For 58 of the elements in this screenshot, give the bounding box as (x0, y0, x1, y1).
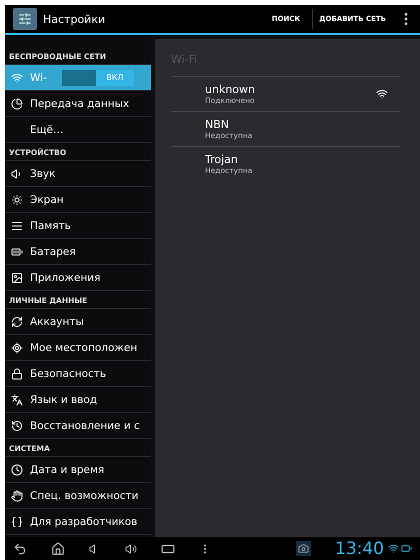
history-icon (11, 420, 23, 432)
network-name: unknown (205, 83, 256, 96)
clock-icon (11, 464, 23, 476)
hand-icon (11, 490, 23, 502)
item-label: Приложения (30, 272, 100, 284)
item-label: Мое местоположен (30, 342, 138, 354)
back-icon[interactable] (13, 542, 27, 556)
home-icon[interactable] (51, 542, 65, 556)
settings-item[interactable]: Аккаунты (5, 309, 151, 335)
location-icon (11, 342, 23, 354)
item-label: Wi- (30, 72, 47, 84)
item-label: Ещё… (30, 124, 64, 136)
item-label: Звук (30, 168, 56, 180)
picture-icon (11, 272, 23, 284)
item-label: Безопасность (30, 368, 106, 380)
item-label: Батарея (30, 246, 76, 258)
settings-item[interactable]: Язык и ввод (5, 387, 151, 413)
wifi-icon (388, 543, 399, 554)
item-label: Язык и ввод (30, 394, 98, 406)
braces-icon (11, 516, 23, 528)
settings-item[interactable]: Звук (5, 161, 151, 187)
settings-item[interactable]: Память (5, 213, 151, 239)
settings-item[interactable]: Спец. возможности (5, 483, 151, 509)
settings-item[interactable]: Ещё… (5, 117, 151, 143)
lock-icon (11, 368, 23, 380)
volume-up-icon[interactable] (125, 542, 137, 554)
settings-item[interactable]: Безопасность (5, 361, 151, 387)
item-label: Спец. возможности (30, 490, 138, 502)
sync-icon (11, 316, 23, 328)
clock-time: 13:40 (335, 538, 384, 558)
item-label: Аккаунты (30, 316, 84, 328)
item-label: Экран (30, 194, 64, 206)
battery-icon (11, 246, 23, 258)
network-name: Trojan (205, 153, 239, 166)
app-title: Настройки (43, 12, 106, 26)
item-label: Дата и время (30, 464, 104, 476)
settings-app-icon[interactable] (13, 8, 37, 30)
sun-icon (11, 194, 23, 206)
settings-item[interactable]: Батарея (5, 239, 151, 265)
settings-item[interactable]: Приложения (5, 265, 151, 291)
camera-icon[interactable] (296, 541, 311, 556)
network-name: NBN (205, 118, 230, 131)
speaker-icon (11, 168, 23, 180)
language-icon (11, 394, 23, 406)
lines-icon (11, 220, 23, 232)
item-label: Передача данных (30, 98, 130, 110)
settings-item[interactable]: Мое местоположен (5, 335, 151, 361)
settings-item[interactable]: Для разработчиков (5, 509, 151, 535)
settings-item[interactable]: Экран (5, 187, 151, 213)
settings-item[interactable]: Передача данных (5, 91, 151, 117)
pie-chart-icon (11, 98, 23, 110)
settings-item[interactable]: Восстановление и с (5, 413, 151, 439)
wifi-icon (11, 72, 23, 84)
item-label: Восстановление и с (30, 420, 140, 432)
settings-item[interactable]: Дата и время (5, 457, 151, 483)
battery-icon (401, 543, 412, 554)
item-label: Память (30, 220, 71, 232)
item-label: Для разработчиков (30, 516, 138, 528)
